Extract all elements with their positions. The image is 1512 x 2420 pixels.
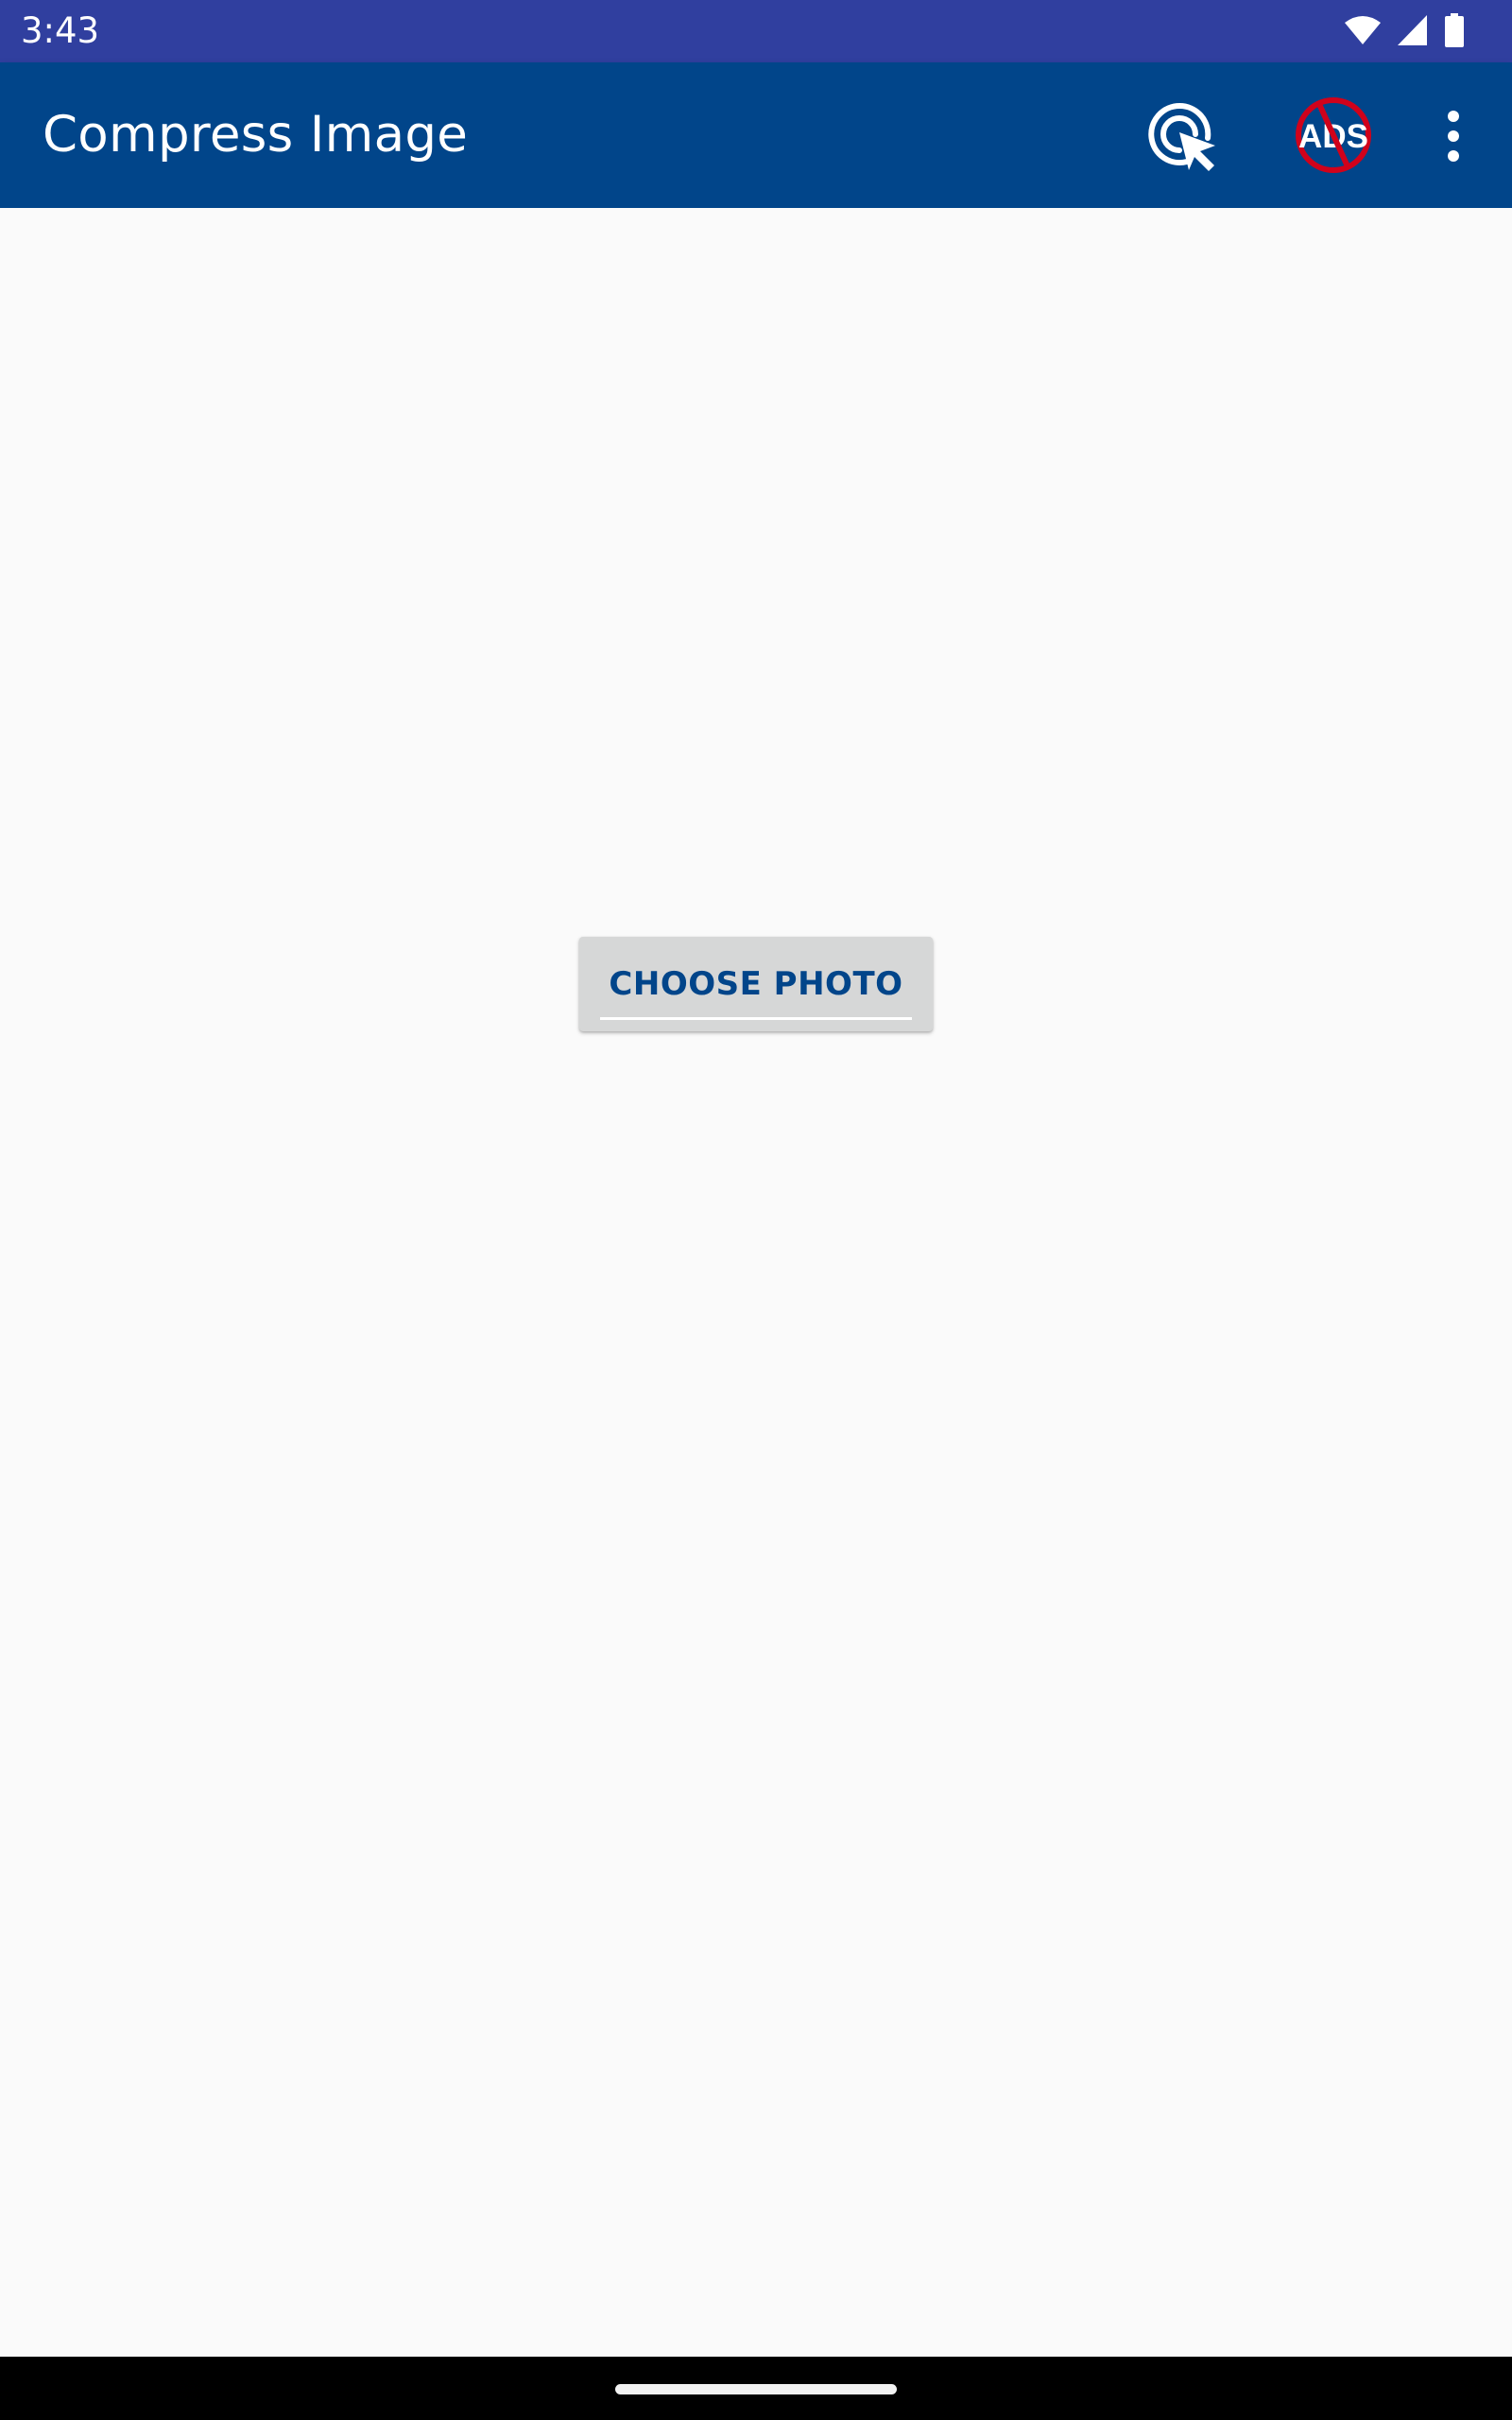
app-title: Compress Image xyxy=(43,106,469,164)
choose-photo-button[interactable]: CHOOSE PHOTO xyxy=(579,937,933,1031)
main-content xyxy=(0,208,1512,2357)
more-vert-icon xyxy=(1431,111,1476,171)
overflow-menu-button[interactable] xyxy=(1431,105,1476,167)
home-gesture-handle[interactable] xyxy=(615,2384,897,2394)
app-bar: Compress Image ADS xyxy=(0,62,1512,208)
status-icons xyxy=(1344,12,1465,52)
touch-select-button[interactable] xyxy=(1145,98,1221,174)
cellular-signal-icon xyxy=(1397,14,1429,51)
wifi-icon xyxy=(1344,15,1382,50)
battery-icon xyxy=(1444,12,1465,52)
no-ads-icon: ADS xyxy=(1293,97,1374,180)
button-underline xyxy=(600,1017,912,1020)
status-time: 3:43 xyxy=(21,10,100,51)
touch-select-icon xyxy=(1145,103,1221,178)
status-bar: 3:43 xyxy=(0,0,1512,62)
navigation-bar xyxy=(0,2357,1512,2420)
remove-ads-button[interactable]: ADS xyxy=(1293,95,1374,176)
